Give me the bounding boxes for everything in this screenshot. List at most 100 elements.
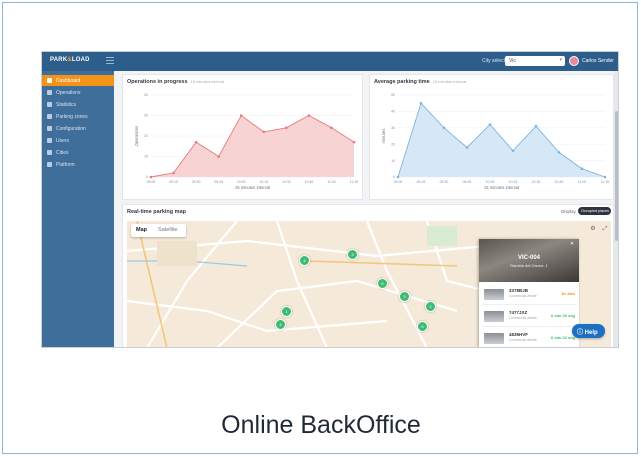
settings-icon[interactable]: ⚙: [589, 225, 597, 233]
y-tick-label: 10: [391, 159, 395, 163]
sidebar-item-operations[interactable]: Operations: [42, 87, 114, 98]
data-point[interactable]: [603, 175, 607, 179]
x-tick-label: 11:15: [350, 180, 359, 184]
data-point[interactable]: [534, 124, 538, 128]
vehicle-row[interactable]: 3378BJB Commercial vehicle 1h 44m: [482, 284, 577, 305]
vehicle-duration: 6 min 20 seg: [550, 313, 575, 318]
car-thumbnail: [484, 311, 504, 322]
tab-satellite[interactable]: Satellite: [158, 227, 178, 233]
city-value: Vic: [509, 58, 516, 64]
data-point[interactable]: [149, 175, 153, 179]
x-tick-label: 09:00: [147, 180, 156, 184]
x-tick-label: 10:45: [555, 180, 564, 184]
data-point[interactable]: [488, 123, 492, 126]
sidebar-item-label: Dashboard: [56, 78, 81, 84]
parking-map-panel: Real-time parking map Display Occupied p…: [122, 204, 614, 347]
parking-map-title: Real-time parking map: [127, 209, 186, 215]
data-point[interactable]: [330, 126, 333, 130]
operations-chart: 01020304009:00 09:15 09:30 09:45 10:00 10:15 1…: [134, 93, 359, 190]
x-tick-label: 11:00: [578, 180, 587, 184]
tab-map[interactable]: Map: [136, 227, 147, 233]
sidebar-icon: [47, 138, 52, 143]
x-axis-title: 15 minutes interval: [235, 185, 270, 190]
sidebar-item-cities[interactable]: Cities: [42, 147, 114, 158]
sidebar-item-platform[interactable]: Platform: [42, 159, 114, 170]
operations-chart-panel: Operations in progress 15 minutes interva…: [122, 74, 363, 200]
vehicle-plate: 7477JXZ: [509, 310, 528, 315]
parking-pin[interactable]: 6: [377, 278, 388, 289]
data-point[interactable]: [465, 146, 469, 149]
scroll-thumb[interactable]: [615, 111, 618, 241]
sidebar-item-configuration[interactable]: Configuration: [42, 123, 114, 134]
y-tick-label: 0: [146, 175, 148, 179]
sidebar-item-label: Configuration: [56, 126, 86, 132]
data-point[interactable]: [352, 140, 356, 144]
vehicle-row[interactable]: 4836HVF Commercial vehicle 6 min 22 seg: [482, 328, 577, 347]
close-icon[interactable]: ✕: [570, 241, 574, 247]
sidebar-item-dashboard[interactable]: Dashboard: [42, 75, 114, 86]
parking-pin[interactable]: 1: [281, 306, 292, 317]
data-point[interactable]: [511, 149, 515, 153]
user-name[interactable]: Carlos Sender: [582, 58, 614, 64]
page-scrollbar[interactable]: [614, 71, 618, 347]
parking-pin[interactable]: 4: [299, 255, 310, 266]
chevron-down-icon: ▾: [559, 57, 562, 63]
y-axis-title: Operations: [134, 126, 139, 146]
data-point[interactable]: [307, 114, 311, 117]
data-point[interactable]: [194, 140, 198, 144]
help-label: Help: [584, 330, 598, 336]
data-point[interactable]: [239, 114, 243, 117]
data-point[interactable]: [580, 167, 584, 171]
data-point[interactable]: [172, 171, 175, 175]
x-tick-label: 11:15: [601, 180, 610, 184]
vehicle-row[interactable]: 7477JXZ Commercial vehicle 6 min 20 seg: [482, 306, 577, 327]
x-tick-label: 10:30: [282, 180, 291, 184]
y-tick-label: 10: [144, 155, 148, 159]
data-point[interactable]: [262, 130, 266, 134]
parking-pin[interactable]: 3: [347, 249, 358, 260]
city-select[interactable]: Vic ▾: [505, 56, 565, 66]
series-area: [151, 115, 354, 177]
car-thumbnail: [484, 289, 504, 300]
hamburger-menu-icon[interactable]: [106, 57, 114, 64]
parking-pin[interactable]: 2: [425, 301, 436, 312]
x-tick-label: 10:00: [237, 180, 246, 184]
sidebar-icon: [47, 150, 52, 155]
x-tick-label: 10:15: [509, 180, 518, 184]
vehicle-type: Commercial vehicle: [509, 316, 537, 320]
data-point[interactable]: [285, 126, 288, 130]
data-point[interactable]: [396, 175, 400, 179]
sidebar-item-statistics[interactable]: Statistics: [42, 99, 114, 110]
parking-pin[interactable]: 3: [399, 291, 410, 302]
spot-address: Rambla del Carme, 1: [510, 263, 548, 268]
logo-text-left: PARK: [50, 57, 68, 63]
y-tick-label: 20: [391, 142, 395, 146]
parking-pin[interactable]: 4: [275, 319, 286, 330]
x-tick-label: 09:45: [463, 180, 472, 184]
help-button[interactable]: ⓘ Help: [572, 324, 605, 338]
data-point[interactable]: [557, 151, 561, 154]
user-avatar[interactable]: [569, 56, 579, 66]
slide-caption: Online BackOffice: [221, 411, 421, 439]
data-point[interactable]: [217, 155, 220, 158]
vehicle-duration: 1h 44m: [561, 291, 575, 296]
parking-pin[interactable]: 5: [417, 321, 428, 332]
sidebar-item-label: Users: [56, 138, 70, 144]
occupied-toggle[interactable]: Occupied places: [578, 207, 611, 215]
data-point[interactable]: [442, 126, 446, 130]
vehicle-plate: 3378BJB: [509, 288, 529, 293]
x-tick-label: 10:00: [486, 180, 495, 184]
data-point[interactable]: [419, 101, 423, 105]
y-tick-label: 0: [393, 175, 395, 179]
top-bar: PARK&LOAD City selected Vic ▾ Carlos Sen…: [42, 52, 618, 71]
map-canvas[interactable]: Map Satellite 4 3 6 3 2 1 4 5 ✕ VIC-004 …: [127, 221, 611, 347]
app-logo[interactable]: PARK&LOAD: [50, 57, 90, 63]
vehicle-duration: 6 min 22 seg: [550, 335, 575, 340]
y-tick-label: 40: [391, 110, 395, 114]
expand-icon[interactable]: ⤢: [601, 225, 609, 233]
sidebar-icon: [47, 162, 52, 167]
sidebar-item-users[interactable]: Users: [42, 135, 114, 146]
avg-time-chart-panel: Average parking time 15 minutes interval …: [369, 74, 614, 200]
sidebar-item-parking-zones[interactable]: Parking zones: [42, 111, 114, 122]
logo-text-right: LOAD: [71, 57, 90, 63]
